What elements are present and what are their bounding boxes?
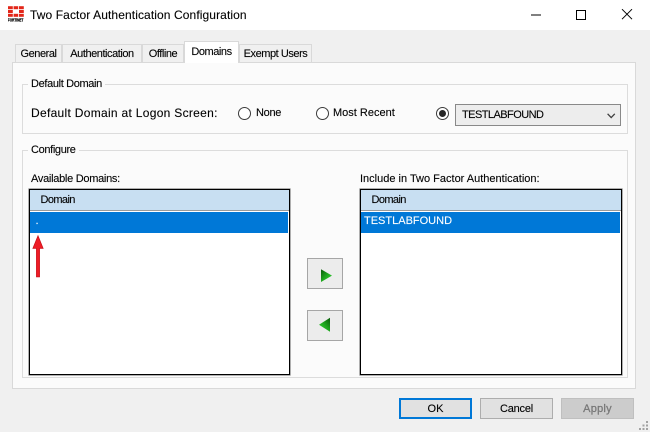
svg-text:FORTINET: FORTINET (8, 17, 24, 22)
